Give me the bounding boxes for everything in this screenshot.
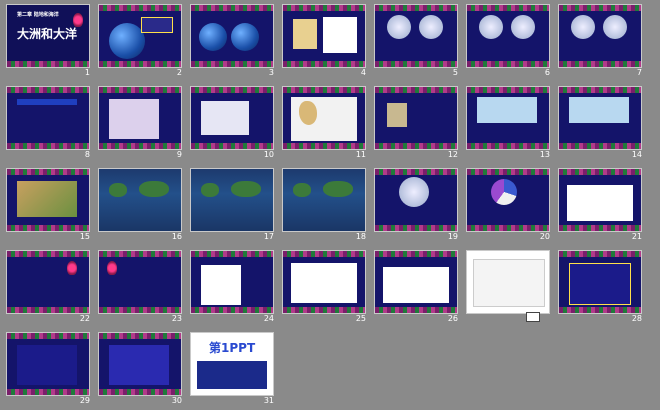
slide-thumbnail-30[interactable]: 30 (96, 330, 184, 407)
slide-thumbnail-4[interactable]: 4 (280, 2, 368, 79)
decorative-border (7, 61, 89, 67)
slide-number: 15 (79, 232, 90, 241)
slide-number: 24 (263, 314, 274, 323)
slide-subtitle: 第二章 陆地和海洋 (17, 12, 59, 18)
slide-number: 29 (79, 396, 90, 405)
globe-icon (109, 23, 145, 59)
slide-thumbnail-15[interactable]: 15 (4, 166, 92, 243)
slide-number: 5 (452, 68, 458, 77)
slide-thumbnail-9[interactable]: 9 (96, 84, 184, 161)
slide-number: 10 (263, 150, 274, 159)
slide-number: 21 (631, 232, 642, 241)
slide-thumbnail-12[interactable]: 12 (372, 84, 460, 161)
slide-thumbnail-31[interactable]: 第1PPT 31 (188, 330, 276, 407)
slide-number: 17 (263, 232, 274, 241)
slide-number: 20 (539, 232, 550, 241)
slide-thumbnail-16[interactable]: 16 (96, 166, 184, 243)
slide-thumbnail-18[interactable]: 18 (280, 166, 368, 243)
slide-number: 13 (539, 150, 550, 159)
slide-number: 26 (447, 314, 458, 323)
slide-thumbnail-5[interactable]: 5 (372, 2, 460, 79)
slide-number: 3 (268, 68, 274, 77)
slide-number: 4 (360, 68, 366, 77)
slide-title: 大洲和大洋 (17, 27, 78, 41)
slide-thumbnail-21[interactable]: 21 (556, 166, 644, 243)
slide-thumbnail-8[interactable]: 8 (4, 84, 92, 161)
slide-sorter-grid: 第二章 陆地和海洋 大洲和大洋 1 2 3 4 5 6 7 8 9 10 11 … (0, 0, 660, 410)
slide-number: 25 (355, 314, 366, 323)
slide-number: 1 (84, 68, 90, 77)
slide-number: 31 (263, 396, 274, 405)
slide-thumbnail-22[interactable]: 22 (4, 248, 92, 325)
slide-number: 16 (171, 232, 182, 241)
slide-number: 6 (544, 68, 550, 77)
slide-number: 7 (636, 68, 642, 77)
slide-thumbnail-14[interactable]: 14 (556, 84, 644, 161)
slide-thumbnail-24[interactable]: 24 (188, 248, 276, 325)
slide-thumbnail-25[interactable]: 25 (280, 248, 368, 325)
slide-thumbnail-26[interactable]: 26 (372, 248, 460, 325)
slide-number: 12 (447, 150, 458, 159)
slide-number: 2 (176, 68, 182, 77)
slide-number: 18 (355, 232, 366, 241)
slide-thumbnail-23[interactable]: 23 (96, 248, 184, 325)
slide-thumbnail-17[interactable]: 17 (188, 166, 276, 243)
slide-thumbnail-29[interactable]: 29 (4, 330, 92, 407)
slide-number: 28 (631, 314, 642, 323)
slide-thumbnail-1[interactable]: 第二章 陆地和海洋 大洲和大洋 1 (4, 2, 92, 79)
slide-number: 14 (631, 150, 642, 159)
slide-thumbnail-20[interactable]: 20 (464, 166, 552, 243)
flower-decoration-icon (73, 13, 83, 27)
logo: 第1PPT (209, 341, 256, 355)
slide-number: 23 (171, 314, 182, 323)
slide-number: 8 (84, 150, 90, 159)
slide-thumbnail-7[interactable]: 7 (556, 2, 644, 79)
slide-number: 22 (79, 314, 90, 323)
slide-number: 30 (171, 396, 182, 405)
slide-thumbnail-6[interactable]: 6 (464, 2, 552, 79)
slide-thumbnail-11[interactable]: 11 (280, 84, 368, 161)
slide-number: 11 (355, 150, 366, 159)
slide-number: 19 (447, 232, 458, 241)
slide-thumbnail-2[interactable]: 2 (96, 2, 184, 79)
slide-thumbnail-28[interactable]: 28 (556, 248, 644, 325)
slide-thumbnail-27[interactable] (464, 248, 552, 325)
slide-thumbnail-19[interactable]: 19 (372, 166, 460, 243)
transition-icon (526, 312, 540, 322)
slide-thumbnail-3[interactable]: 3 (188, 2, 276, 79)
slide-number: 9 (176, 150, 182, 159)
slide-thumbnail-10[interactable]: 10 (188, 84, 276, 161)
slide-thumbnail-13[interactable]: 13 (464, 84, 552, 161)
